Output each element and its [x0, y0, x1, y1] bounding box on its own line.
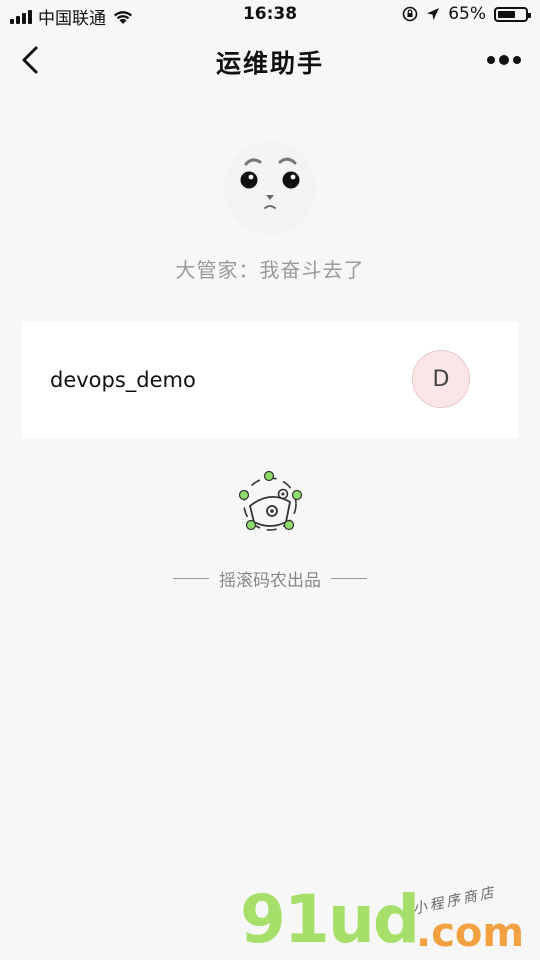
location-arrow-icon [427, 8, 440, 20]
watermark-domain: .com [416, 910, 525, 956]
status-right: 65% [402, 4, 531, 24]
page-title: 运维助手 [215, 49, 324, 78]
divider-right [331, 577, 367, 579]
nav-bar: 运维助手 [0, 30, 540, 90]
footer-credit: 摇滚码农出品 [0, 566, 540, 591]
project-name: devops_demo [50, 368, 196, 392]
rotation-lock-icon [402, 6, 418, 22]
gears-cycle-icon [238, 470, 303, 531]
watermark-logo: 91ud 小程序商店 .com [240, 880, 530, 960]
avatar [224, 142, 316, 234]
battery-icon [494, 6, 531, 22]
more-dots-icon [487, 55, 521, 65]
slogan-text: 大管家：我奋斗去了 [175, 258, 365, 282]
watermark-brand: 91ud [240, 881, 420, 958]
more-button[interactable] [484, 46, 524, 74]
divider-left [173, 577, 209, 579]
battery-percent: 65% [448, 4, 486, 24]
seal-face-icon [226, 144, 314, 232]
project-badge: D [412, 350, 470, 408]
project-card[interactable]: devops_demo D [22, 322, 518, 438]
footer-text: 摇滚码农出品 [219, 570, 321, 591]
team-logo [236, 468, 304, 536]
battery-fill [498, 10, 515, 18]
status-bar: 中国联通 16:38 65% [0, 0, 540, 30]
